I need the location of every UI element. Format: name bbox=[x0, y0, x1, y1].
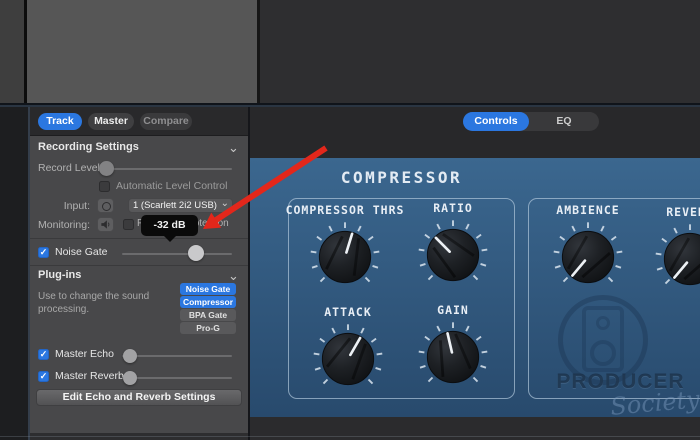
smart-controls-inspector: Track Master Compare Recording Settings … bbox=[30, 107, 248, 433]
plugin-item-noise-gate[interactable]: Noise Gate bbox=[180, 283, 236, 295]
input-device-dropdown[interactable]: 1 (Scarlett 2i2 USB) ⌄ bbox=[128, 198, 233, 213]
slider-thumb[interactable] bbox=[99, 161, 114, 176]
tab-compare[interactable]: Compare bbox=[140, 113, 192, 130]
plugin-item-pro-g[interactable]: Pro-G bbox=[180, 322, 236, 334]
checkbox-feedback-protection[interactable]: ✓ bbox=[123, 219, 134, 230]
slider-thumb[interactable] bbox=[188, 245, 204, 261]
checkbox-auto-level[interactable]: ✓ bbox=[99, 181, 110, 192]
tab-master[interactable]: Master bbox=[88, 113, 134, 130]
slider-thumb[interactable] bbox=[123, 371, 137, 385]
knob-label: REVERB bbox=[666, 205, 700, 219]
top-left-strip bbox=[0, 0, 24, 103]
plugin-chain-list: Noise Gate Compressor BPA Gate Pro-G bbox=[180, 283, 236, 335]
tooltip-tail bbox=[164, 236, 176, 242]
section-divider bbox=[30, 238, 248, 239]
plugin-item-bpa-gate[interactable]: BPA Gate bbox=[180, 309, 236, 321]
checkbox-noise-gate[interactable]: ✓ bbox=[38, 247, 49, 258]
track-region-left bbox=[27, 0, 257, 103]
slider-track[interactable] bbox=[122, 355, 232, 357]
knob-dial[interactable] bbox=[378, 217, 528, 293]
segment-controls[interactable]: Controls bbox=[463, 112, 529, 131]
plugin-pane-header: Controls EQ bbox=[250, 107, 700, 158]
controls-eq-segmented: Controls EQ bbox=[463, 112, 599, 131]
input-circle-icon bbox=[102, 202, 111, 211]
noise-gate-slider[interactable] bbox=[122, 245, 232, 262]
knob-label: RATIO bbox=[433, 201, 473, 215]
window-bottom-edge bbox=[0, 436, 700, 437]
slider-thumb[interactable] bbox=[123, 349, 137, 363]
inspector-tabbar: Track Master Compare bbox=[30, 107, 248, 136]
track-region-right bbox=[260, 0, 700, 103]
slider-track[interactable] bbox=[122, 253, 232, 255]
compressor-plugin-panel: COMPRESSOR PRODUCER Society COMPRESSOR T… bbox=[250, 158, 700, 417]
slider-track[interactable] bbox=[122, 377, 232, 379]
left-margin-column bbox=[0, 107, 28, 440]
app-window: Track Master Compare Recording Settings … bbox=[0, 0, 700, 440]
check-icon: ✓ bbox=[39, 247, 48, 257]
watermark-tweeter-icon bbox=[596, 316, 610, 330]
knob-label: GAIN bbox=[437, 303, 469, 317]
record-level-slider[interactable] bbox=[99, 161, 232, 177]
tooltip-value: -32 dB bbox=[153, 219, 186, 231]
checkbox-master-echo[interactable]: ✓ bbox=[38, 349, 49, 360]
plugins-header: Plug-ins bbox=[38, 269, 82, 281]
chevron-down-icon[interactable]: ⌄ bbox=[228, 269, 239, 282]
master-echo-slider[interactable] bbox=[122, 348, 232, 364]
edit-echo-reverb-button[interactable]: Edit Echo and Reverb Settings bbox=[36, 389, 242, 406]
knob-dial[interactable] bbox=[615, 221, 700, 297]
check-icon: ✓ bbox=[39, 349, 48, 359]
noise-gate-label: Noise Gate bbox=[55, 246, 108, 258]
knob-ratio[interactable]: RATIO bbox=[378, 201, 528, 293]
plugin-item-compressor[interactable]: Compressor bbox=[180, 296, 236, 308]
monitoring-label: Monitoring: bbox=[38, 219, 90, 231]
checkbox-master-reverb[interactable]: ✓ bbox=[38, 371, 49, 382]
segment-eq[interactable]: EQ bbox=[529, 112, 599, 131]
check-icon: ✓ bbox=[39, 371, 48, 381]
speaker-icon bbox=[101, 220, 110, 229]
knob-gain[interactable]: GAIN bbox=[378, 303, 528, 395]
chevron-down-icon[interactable]: ⌄ bbox=[228, 141, 239, 154]
master-echo-label: Master Echo bbox=[55, 348, 114, 360]
compressor-title: COMPRESSOR bbox=[340, 168, 463, 187]
input-label: Input: bbox=[63, 200, 90, 212]
knob-reverb[interactable]: REVERB bbox=[615, 205, 700, 297]
tab-track[interactable]: Track bbox=[38, 113, 82, 130]
section-divider bbox=[30, 265, 248, 266]
knob-dial[interactable] bbox=[378, 319, 528, 395]
monitoring-button[interactable] bbox=[97, 217, 114, 232]
master-reverb-slider[interactable] bbox=[122, 370, 232, 386]
slider-track[interactable] bbox=[100, 168, 232, 170]
plugins-description: Use to change the sound processing. bbox=[38, 291, 150, 315]
chevron-down-icon: ⌄ bbox=[220, 198, 229, 209]
watermark-woofer-icon bbox=[590, 340, 616, 366]
value-tooltip: -32 dB bbox=[141, 215, 198, 242]
recording-settings-header: Recording Settings bbox=[38, 141, 139, 153]
master-reverb-label: Master Reverb bbox=[55, 370, 124, 382]
input-source-button[interactable] bbox=[97, 198, 114, 213]
auto-level-label: Automatic Level Control bbox=[116, 180, 228, 192]
input-device-value: 1 (Scarlett 2i2 USB) bbox=[133, 200, 217, 211]
record-level-label: Record Level: bbox=[38, 162, 103, 174]
